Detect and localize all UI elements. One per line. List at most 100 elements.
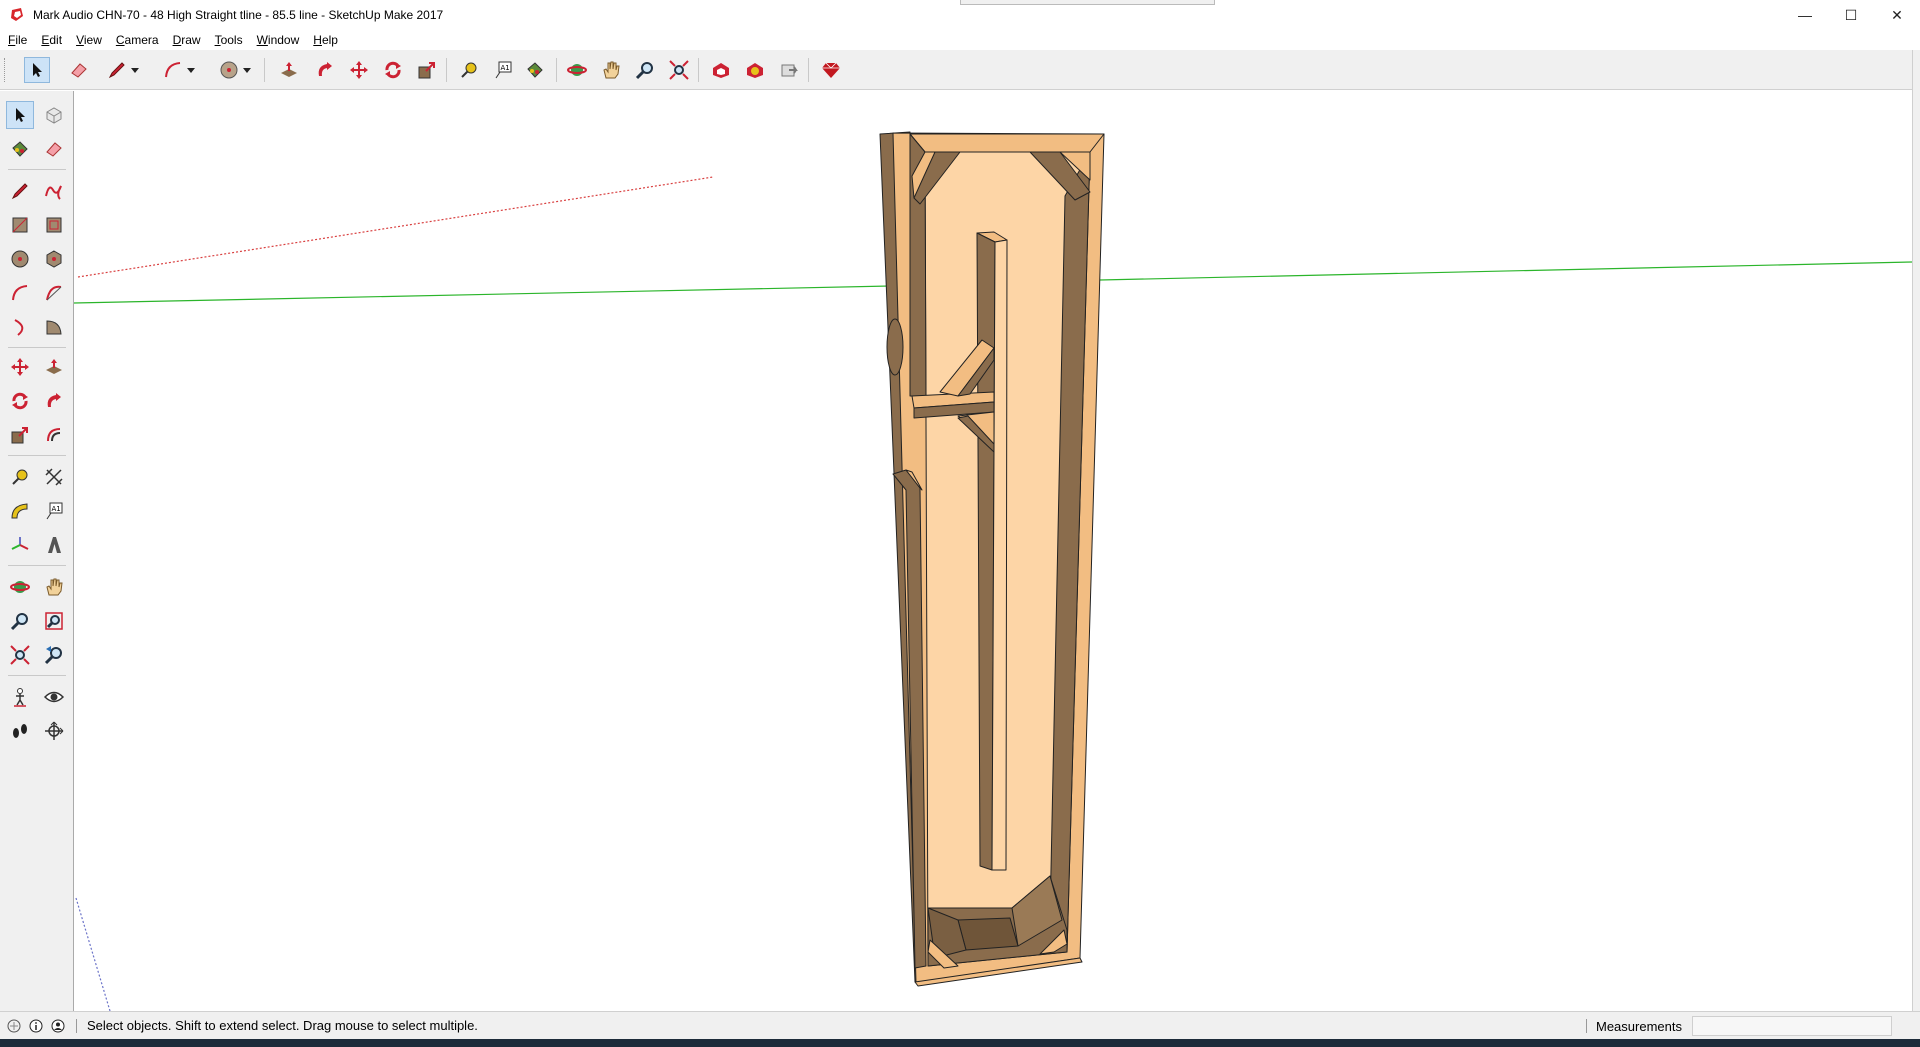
menu-file[interactable]: File [8, 33, 27, 47]
select-tool-button[interactable] [24, 57, 50, 83]
left-zoom-extents-button[interactable] [6, 641, 34, 669]
zoom-extents-tool-button[interactable] [666, 57, 692, 83]
offset-button[interactable] [40, 421, 68, 449]
left-rotate-button[interactable] [6, 387, 34, 415]
menu-draw[interactable]: Draw [173, 33, 201, 47]
follow-me-tool-button[interactable] [312, 57, 338, 83]
scale-tool-button[interactable] [414, 57, 440, 83]
magnifier-icon [635, 62, 653, 80]
line-tool-button[interactable] [104, 57, 130, 83]
left-orbit-button[interactable] [6, 573, 34, 601]
green-axis-right [1099, 261, 1912, 281]
section-plane-button[interactable] [40, 717, 68, 745]
left-pan-button[interactable] [40, 573, 68, 601]
position-camera-icon [14, 688, 26, 707]
eraser-tool-button[interactable] [66, 57, 92, 83]
eraser-icon [46, 142, 62, 157]
position-camera-button[interactable] [6, 683, 34, 711]
extension-warehouse-button[interactable] [742, 57, 768, 83]
circle-tool-button[interactable] [216, 57, 242, 83]
polygon-button[interactable] [40, 245, 68, 273]
left-paint-bucket-button[interactable] [6, 135, 34, 163]
zoom-tool-button[interactable] [632, 57, 658, 83]
user-account-icon[interactable] [50, 1018, 66, 1034]
model-canvas[interactable] [74, 91, 1912, 1011]
paint-bucket-tool-button[interactable] [522, 57, 548, 83]
axes-button[interactable] [6, 531, 34, 559]
left-select-button[interactable] [6, 101, 34, 129]
extension-ruby-button[interactable] [818, 57, 844, 83]
3d-warehouse-button[interactable] [708, 57, 734, 83]
previous-view-icon [44, 646, 62, 665]
status-hint-text: Select objects. Shift to extend select. … [87, 1018, 478, 1033]
share-model-button[interactable] [776, 57, 802, 83]
text-tool-button[interactable]: A1 [490, 57, 516, 83]
freehand-button[interactable] [40, 177, 68, 205]
arc-tool-button[interactable] [160, 57, 186, 83]
menu-view[interactable]: View [76, 33, 102, 47]
arc-icon [165, 62, 181, 78]
left-arc-button[interactable] [6, 279, 34, 307]
menu-edit[interactable]: Edit [41, 33, 62, 47]
floating-tab[interactable] [960, 0, 1215, 5]
dimension-button[interactable] [40, 463, 68, 491]
look-around-button[interactable] [40, 683, 68, 711]
pan-tool-button[interactable] [598, 57, 624, 83]
previous-view-button[interactable] [40, 641, 68, 669]
rotate-tool-button[interactable] [380, 57, 406, 83]
right-dock-edge[interactable] [1912, 50, 1920, 1011]
protractor-button[interactable] [6, 497, 34, 525]
left-tape-measure-button[interactable] [6, 463, 34, 491]
toolbar-separator [698, 58, 699, 82]
3d-text-button[interactable] [40, 531, 68, 559]
menu-help[interactable]: Help [313, 33, 338, 47]
taskbar-edge [0, 1039, 1920, 1047]
toolbar-separator [8, 169, 66, 170]
left-circle-button[interactable] [6, 245, 34, 273]
credits-info-icon[interactable] [28, 1018, 44, 1034]
maximize-button[interactable]: ☐ [1828, 0, 1874, 30]
left-push-pull-button[interactable] [40, 353, 68, 381]
arc-dropdown[interactable] [184, 57, 198, 83]
line-dropdown[interactable] [128, 57, 142, 83]
minimize-button[interactable]: — [1782, 0, 1828, 30]
warehouse-icon [713, 63, 729, 78]
three-point-arc-button[interactable] [6, 313, 34, 341]
chevron-down-icon [187, 68, 195, 73]
walk-button[interactable] [6, 717, 34, 745]
close-button[interactable]: ✕ [1874, 0, 1920, 30]
rotate-icon [12, 392, 28, 410]
measurements-input[interactable] [1692, 1016, 1892, 1036]
left-scale-button[interactable] [6, 421, 34, 449]
make-component-button[interactable] [40, 101, 68, 129]
menu-window[interactable]: Window [257, 33, 300, 47]
menu-tools[interactable]: Tools [215, 33, 243, 47]
svg-text:A1: A1 [52, 505, 61, 513]
paint-bucket-icon [527, 62, 543, 78]
left-move-button[interactable] [6, 353, 34, 381]
orbit-tool-button[interactable] [564, 57, 590, 83]
follow-me-icon [318, 62, 332, 76]
geo-location-icon[interactable] [6, 1018, 22, 1034]
rotated-rectangle-button[interactable] [40, 211, 68, 239]
toolbar-separator [556, 58, 557, 82]
tline-speaker-model[interactable] [879, 131, 1105, 987]
left-text-button[interactable]: A1 [40, 497, 68, 525]
hand-icon [46, 578, 63, 596]
left-zoom-button[interactable] [6, 607, 34, 635]
left-eraser-button[interactable] [40, 135, 68, 163]
push-pull-tool-button[interactable] [276, 57, 302, 83]
toolbar-grip[interactable] [4, 58, 7, 82]
pie-button[interactable] [40, 313, 68, 341]
rectangle-button[interactable] [6, 211, 34, 239]
left-follow-me-button[interactable] [40, 387, 68, 415]
circle-dropdown[interactable] [240, 57, 254, 83]
paint-bucket-icon [12, 141, 28, 157]
drawing-viewport[interactable] [74, 91, 1912, 1011]
two-point-arc-button[interactable] [40, 279, 68, 307]
left-line-button[interactable] [6, 177, 34, 205]
tape-measure-tool-button[interactable] [456, 57, 482, 83]
zoom-window-button[interactable] [40, 607, 68, 635]
menu-camera[interactable]: Camera [116, 33, 159, 47]
move-tool-button[interactable] [346, 57, 372, 83]
